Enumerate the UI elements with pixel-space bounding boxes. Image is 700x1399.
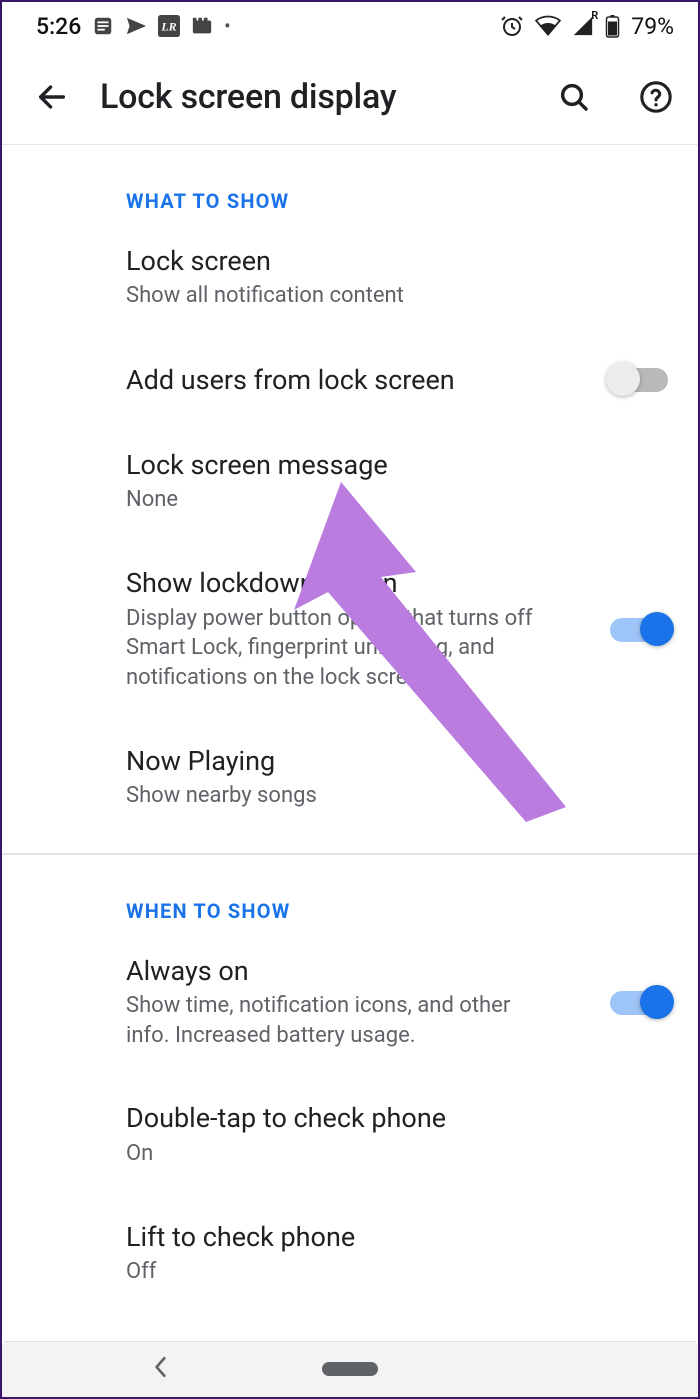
toggle-show-lockdown[interactable]	[610, 618, 668, 642]
svg-text:LR: LR	[161, 20, 177, 34]
item-subtitle: On	[126, 1139, 556, 1169]
section-what-to-show: What to show Lock screen Show all notifi…	[2, 145, 698, 853]
item-double-tap[interactable]: Double-tap to check phone On	[2, 1076, 698, 1194]
lr-app-icon: LR	[158, 15, 180, 37]
back-button[interactable]	[32, 77, 72, 117]
battery-percent: 79%	[631, 13, 674, 40]
status-time: 5:26	[36, 13, 81, 40]
item-title: Now Playing	[126, 745, 652, 777]
nav-home-pill[interactable]	[322, 1362, 378, 1376]
message-icon	[92, 15, 114, 37]
alarm-icon	[500, 14, 524, 38]
item-lift-to-check[interactable]: Lift to check phone Off	[2, 1195, 698, 1323]
section-when-to-show: When to show Always on Show time, notifi…	[2, 853, 698, 1327]
item-subtitle: None	[126, 485, 556, 515]
app-bar: Lock screen display	[2, 50, 698, 144]
help-button[interactable]	[636, 77, 676, 117]
item-title: Lock screen message	[126, 449, 652, 481]
item-title: Show lockdown option	[126, 567, 594, 599]
item-title: Add users from lock screen	[126, 364, 594, 396]
item-add-users[interactable]: Add users from lock screen	[2, 337, 698, 423]
item-title: Always on	[126, 955, 594, 987]
item-show-lockdown[interactable]: Show lockdown option Display power butto…	[2, 541, 698, 718]
search-button[interactable]	[554, 77, 594, 117]
item-always-on[interactable]: Always on Show time, notification icons,…	[2, 929, 698, 1077]
item-subtitle: Display power button option that turns o…	[126, 604, 556, 693]
item-title: Double-tap to check phone	[126, 1102, 652, 1134]
item-title: Lock screen	[126, 245, 652, 277]
item-subtitle: Show nearby songs	[126, 781, 556, 811]
signal-icon: R	[572, 15, 594, 37]
video-icon	[191, 15, 213, 37]
section-header: When to show	[2, 855, 698, 929]
toggle-add-users[interactable]	[610, 368, 668, 392]
item-lock-screen[interactable]: Lock screen Show all notification conten…	[2, 219, 698, 337]
item-subtitle: Show time, notification icons, and other…	[126, 991, 556, 1050]
item-subtitle: Show all notification content	[126, 281, 556, 311]
nav-back-icon[interactable]	[152, 1356, 170, 1382]
item-now-playing[interactable]: Now Playing Show nearby songs	[2, 719, 698, 849]
status-bar: 5:26 LR • R	[2, 2, 698, 50]
section-header: What to show	[2, 145, 698, 219]
navigation-bar	[4, 1341, 696, 1395]
more-notifications-icon: •	[224, 16, 230, 37]
battery-icon	[605, 14, 620, 38]
item-title: Lift to check phone	[126, 1221, 652, 1253]
wifi-icon	[535, 15, 561, 37]
item-lock-screen-message[interactable]: Lock screen message None	[2, 423, 698, 541]
send-icon	[125, 15, 147, 37]
settings-list: What to show Lock screen Show all notifi…	[2, 145, 698, 1343]
toggle-always-on[interactable]	[610, 991, 668, 1015]
item-subtitle: Off	[126, 1257, 556, 1287]
page-title: Lock screen display	[100, 77, 526, 117]
